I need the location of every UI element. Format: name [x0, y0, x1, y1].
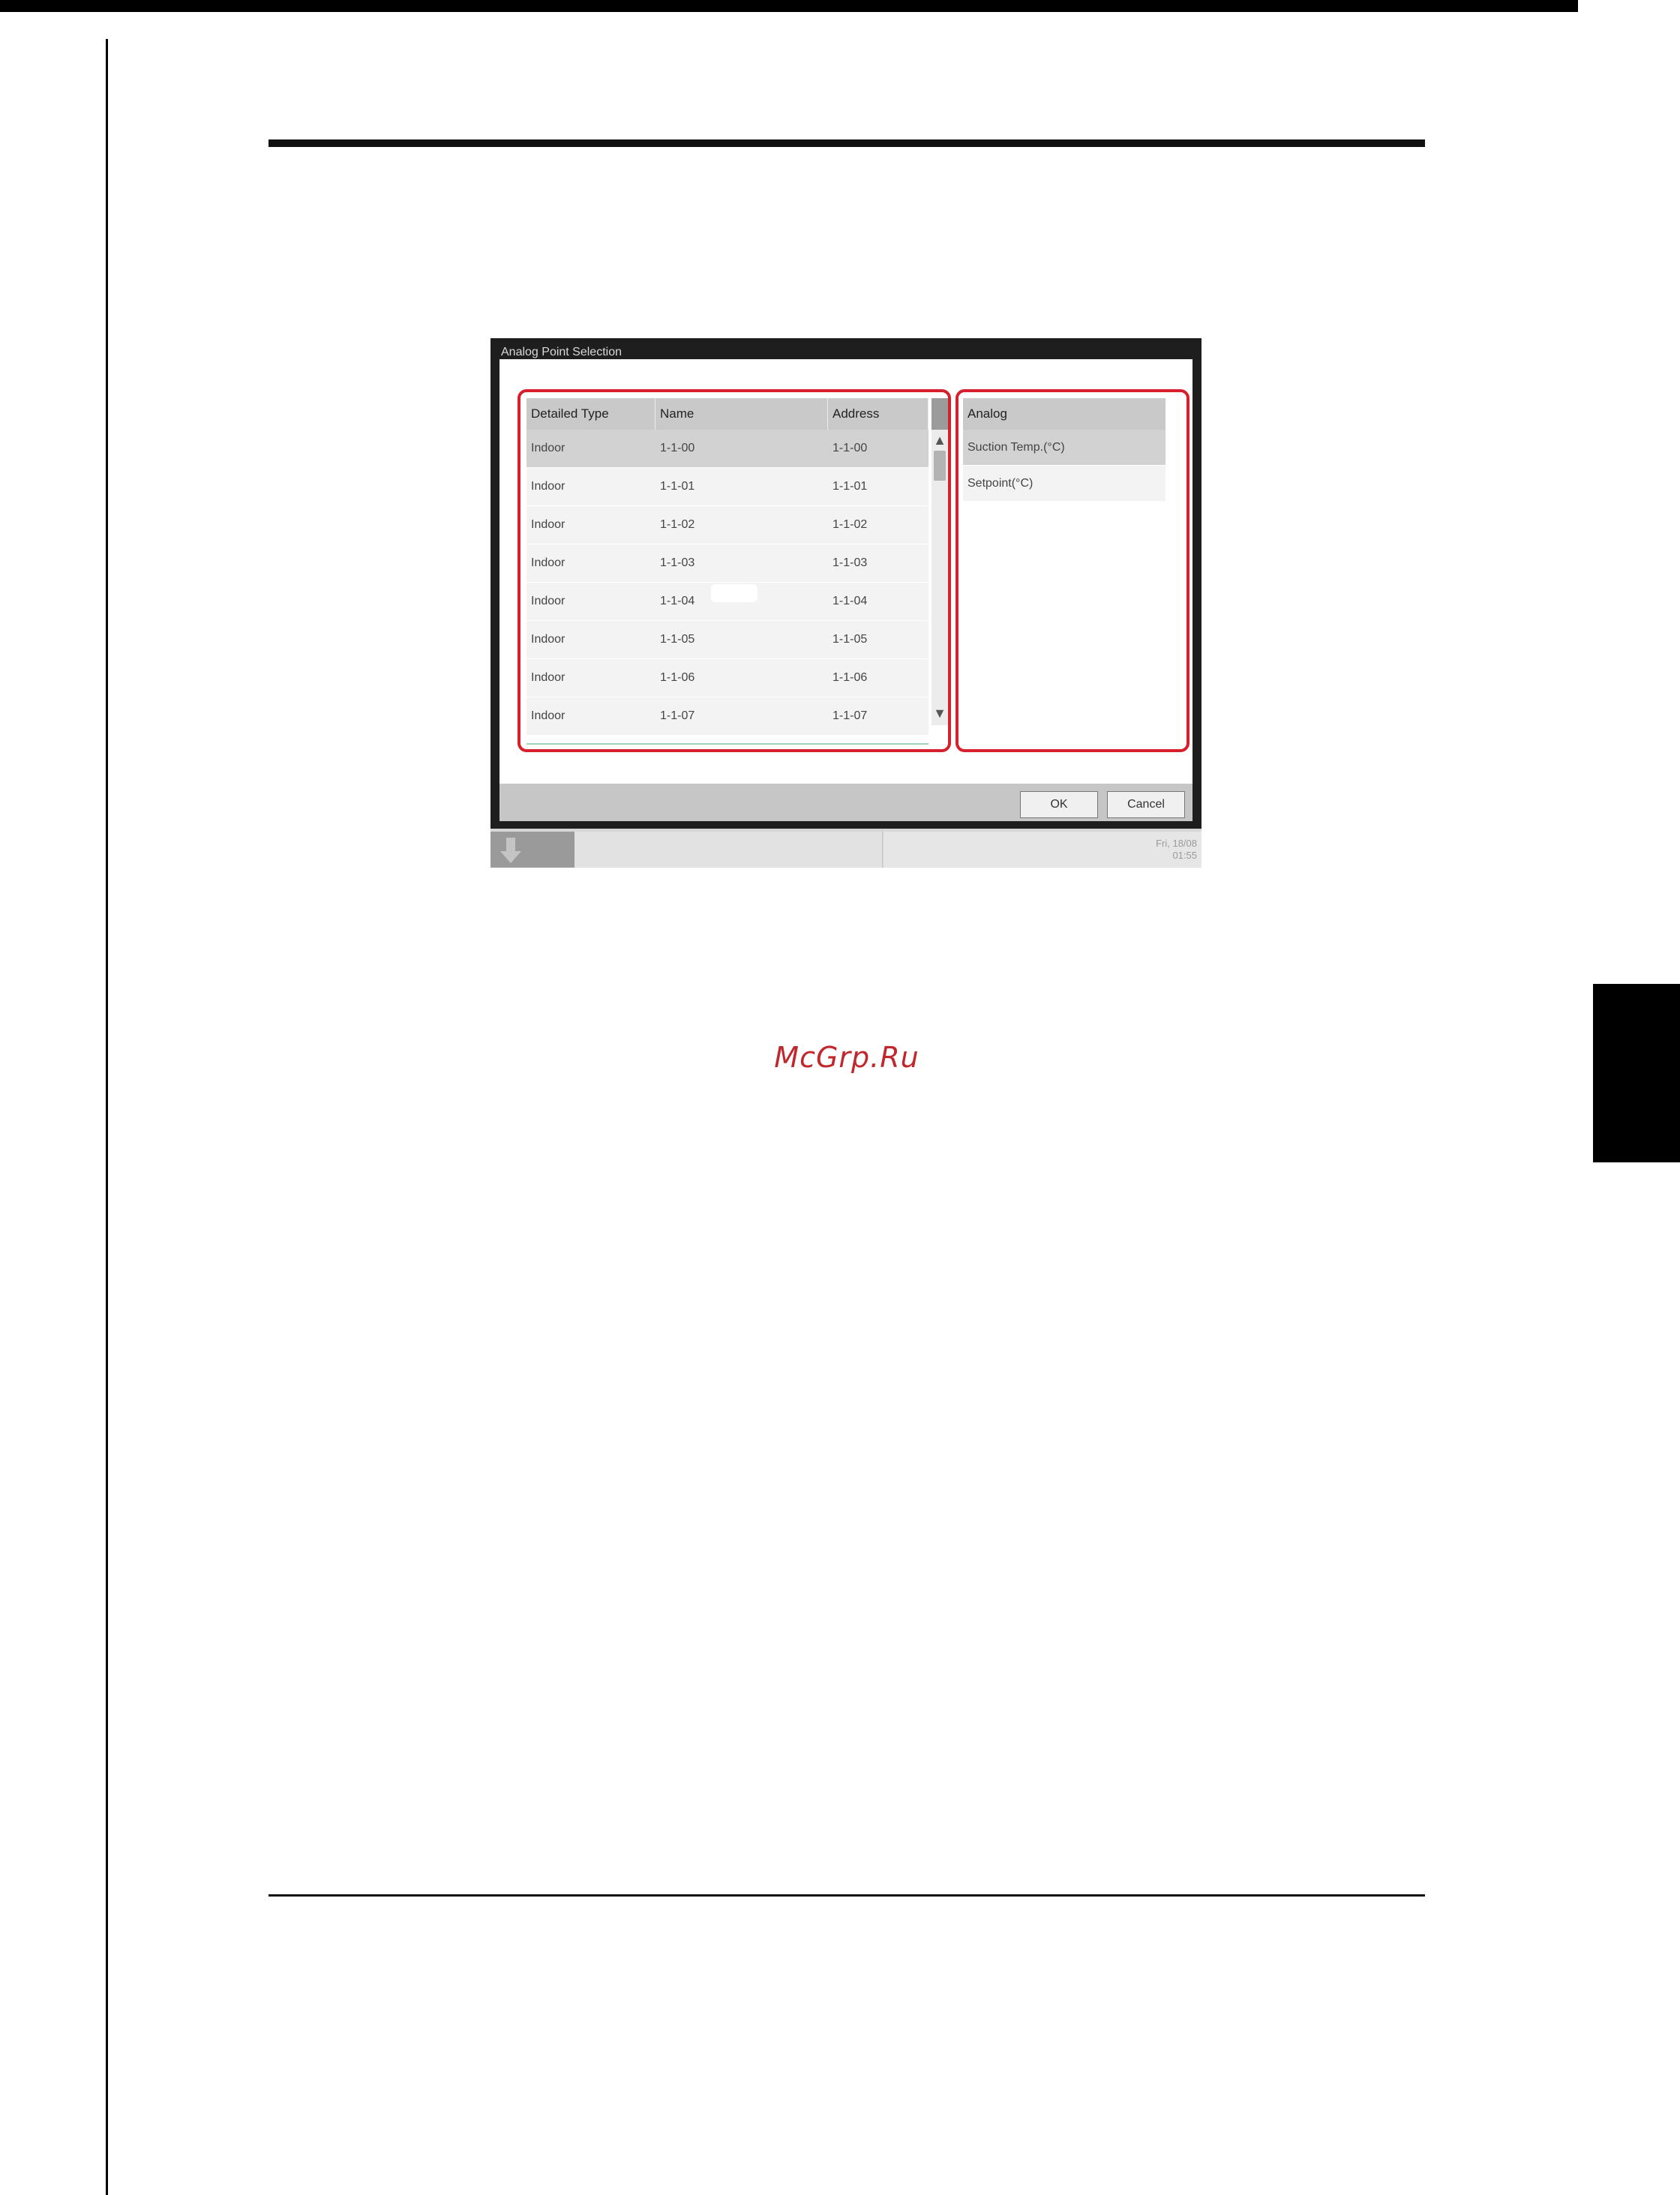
screenshot-figure: Analog Point Selection Detailed Type Nam… — [490, 338, 1202, 868]
drag-ghost — [711, 584, 758, 602]
cell-detailed-type: Indoor — [531, 442, 566, 454]
cell-address: 1-1-06 — [832, 671, 868, 684]
analog-item-setpoint[interactable]: Setpoint(°C) — [963, 466, 1166, 502]
table-row[interactable]: Indoor 1-1-05 1-1-05 — [526, 621, 928, 659]
ok-button[interactable]: OK — [1020, 791, 1098, 818]
cell-detailed-type: Indoor — [531, 709, 566, 722]
cancel-button[interactable]: Cancel — [1107, 791, 1185, 818]
watermark: McGrp.Ru — [774, 1041, 920, 1074]
table-row[interactable]: Indoor 1-1-07 1-1-07 — [526, 697, 928, 736]
column-header-name[interactable]: Name — [656, 398, 828, 430]
dialog-body: Detailed Type Name Address Indoor 1-1-00… — [500, 359, 1192, 784]
header-rule — [268, 139, 1425, 147]
point-list-panel: Detailed Type Name Address Indoor 1-1-00… — [518, 389, 951, 752]
cell-address: 1-1-02 — [832, 518, 868, 531]
cell-detailed-type: Indoor — [531, 556, 566, 569]
footer-rule — [268, 1894, 1425, 1897]
table-row[interactable]: Indoor 1-1-02 1-1-02 — [526, 506, 928, 544]
scrollbar-header — [932, 398, 948, 430]
table-scrollbar[interactable]: ▲ ▼ — [932, 398, 948, 725]
chapter-side-tab — [1593, 984, 1680, 1162]
cell-name: 1-1-03 — [660, 556, 695, 569]
cell-address: 1-1-03 — [832, 556, 868, 569]
column-header-detailed-type[interactable]: Detailed Type — [526, 398, 656, 430]
table-row[interactable]: Indoor 1-1-06 1-1-06 — [526, 659, 928, 697]
analog-list-panel: Analog Suction Temp.(°C) Setpoint(°C) — [956, 389, 1190, 752]
cell-address: 1-1-04 — [832, 595, 868, 607]
cell-name: 1-1-02 — [660, 518, 695, 531]
taskbar-clock-area: Fri, 18/08 01:55 — [884, 832, 1202, 868]
cell-name: 1-1-06 — [660, 671, 695, 684]
scrollbar-thumb[interactable] — [934, 451, 946, 481]
cell-address: 1-1-05 — [832, 633, 868, 646]
analog-list: Suction Temp.(°C) Setpoint(°C) — [963, 430, 1166, 502]
cell-name: 1-1-07 — [660, 709, 695, 722]
page-left-rule — [106, 39, 108, 2195]
taskbar-status-area — [574, 832, 883, 868]
taskbar: Fri, 18/08 01:55 — [490, 829, 1202, 868]
point-table-header: Detailed Type Name Address — [526, 398, 928, 430]
cell-name: 1-1-01 — [660, 480, 695, 493]
dialog-footer: OK Cancel — [500, 784, 1192, 821]
scroll-down-icon[interactable]: ▼ — [932, 704, 948, 722]
table-footer-line — [526, 743, 928, 745]
analog-header: Analog — [963, 398, 1166, 430]
page-top-bar — [0, 0, 1578, 12]
point-table-body: Indoor 1-1-00 1-1-00 Indoor 1-1-01 1-1-0… — [526, 430, 928, 736]
clock-date: Fri, 18/08 — [1156, 838, 1197, 849]
column-header-address[interactable]: Address — [828, 398, 928, 430]
scroll-up-icon[interactable]: ▲ — [932, 431, 948, 449]
table-row[interactable]: Indoor 1-1-03 1-1-03 — [526, 544, 928, 583]
cell-detailed-type: Indoor — [531, 671, 566, 684]
cell-address: 1-1-07 — [832, 709, 868, 722]
cell-name: 1-1-05 — [660, 633, 695, 646]
taskbar-clock: Fri, 18/08 01:55 — [1156, 838, 1197, 862]
cell-detailed-type: Indoor — [531, 480, 566, 493]
taskbar-menu-button[interactable] — [490, 832, 574, 868]
table-row[interactable]: Indoor 1-1-00 1-1-00 — [526, 430, 928, 468]
cell-address: 1-1-01 — [832, 480, 868, 493]
dialog-title: Analog Point Selection — [501, 346, 622, 358]
clock-time: 01:55 — [1172, 850, 1197, 861]
cell-detailed-type: Indoor — [531, 595, 566, 607]
cell-name: 1-1-00 — [660, 442, 695, 454]
cell-address: 1-1-00 — [832, 442, 868, 454]
down-arrow-icon — [500, 838, 521, 863]
table-row[interactable]: Indoor 1-1-01 1-1-01 — [526, 468, 928, 506]
cell-detailed-type: Indoor — [531, 633, 566, 646]
analog-item-suction-temp[interactable]: Suction Temp.(°C) — [963, 430, 1166, 466]
cell-detailed-type: Indoor — [531, 518, 566, 531]
